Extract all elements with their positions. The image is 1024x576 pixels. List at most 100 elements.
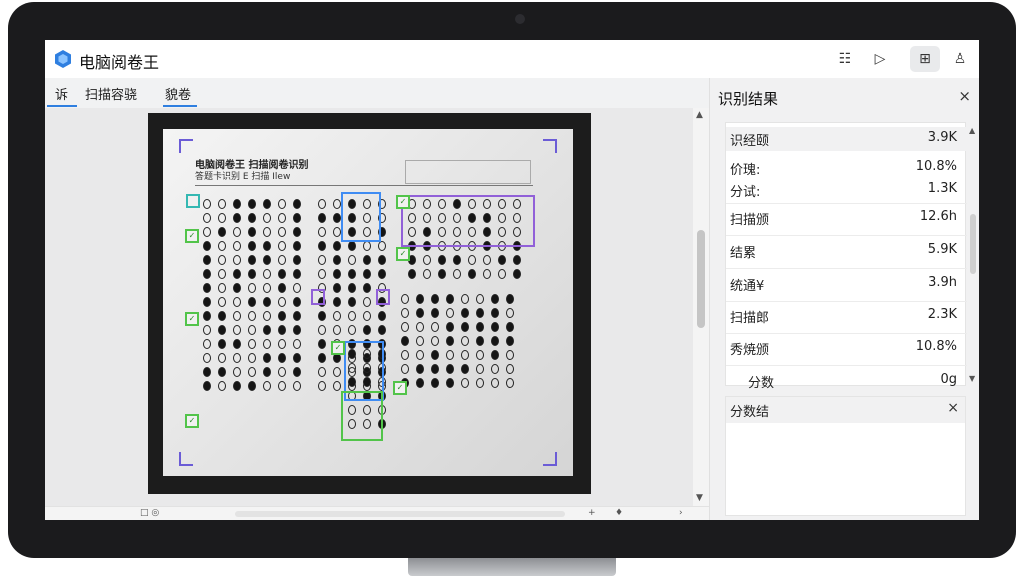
alignment-marker[interactable]: ✓	[396, 195, 410, 209]
result-label: 秀焼颁	[730, 343, 770, 358]
answer-bubble	[203, 353, 211, 363]
crop-corner-top-left[interactable]	[179, 139, 193, 153]
panel-scroll-up-icon[interactable]: ▲	[969, 126, 975, 135]
answer-bubble	[233, 353, 241, 363]
app-title: 电脑阅卷王	[79, 53, 160, 72]
result-row[interactable]: 秀焼颁 10.8%	[726, 337, 967, 361]
answer-bubble	[233, 325, 241, 335]
answer-bubble	[278, 381, 286, 391]
result-row[interactable]: 价瑰: 10.8%	[726, 157, 967, 178]
scroll-thumb[interactable]	[697, 230, 705, 328]
view-toggle-icon[interactable]: □ ◎	[140, 508, 159, 518]
answer-bubble	[363, 255, 371, 265]
detection-box-purple-small-2[interactable]	[376, 289, 390, 305]
answer-bubble	[498, 269, 506, 279]
answer-bubble	[318, 367, 326, 377]
answer-bubble	[293, 241, 301, 251]
answer-bubble	[513, 255, 521, 265]
detection-marker-teal[interactable]	[186, 194, 200, 208]
answer-bubble	[506, 350, 514, 360]
answer-bubble	[218, 283, 226, 293]
answer-bubble	[416, 378, 424, 388]
answer-bubble	[278, 283, 286, 293]
answer-bubble	[263, 199, 271, 209]
answer-bubble	[416, 322, 424, 332]
alignment-marker[interactable]: ✓	[185, 312, 199, 326]
list-icon[interactable]: ☷	[830, 46, 860, 72]
tab-scan[interactable]: 扫描容骁	[85, 84, 137, 103]
close-icon[interactable]: ×	[947, 400, 959, 416]
result-value: 5.9K	[927, 242, 957, 257]
scroll-down-icon[interactable]: ▼	[696, 493, 703, 503]
sheet-header-subtitle: 答题卡识别 E 扫描 Ilew	[195, 172, 291, 182]
answer-bubble	[498, 255, 506, 265]
crop-corner-bottom-left[interactable]	[179, 452, 193, 466]
result-value: 3.9h	[928, 275, 957, 290]
result-row[interactable]: 扫描颁 12.6h	[726, 207, 967, 231]
answer-bubble	[203, 227, 211, 237]
crop-corner-top-right[interactable]	[543, 139, 557, 153]
answer-bubble	[248, 339, 256, 349]
result-separator	[726, 333, 967, 334]
answer-bubble	[248, 311, 256, 321]
tab-0[interactable]: 诉	[55, 84, 68, 103]
result-value: 2.3K	[927, 307, 957, 322]
result-row[interactable]: 分试: 1.3K	[726, 179, 967, 200]
answer-bubble	[293, 325, 301, 335]
answer-bubble	[348, 283, 356, 293]
scan-preview[interactable]: 电脑阅卷王 扫描阅卷识别 答题卡识别 E 扫描 Ilew ✓ ✓ ✓ ✓ ✓ ✓…	[148, 113, 591, 494]
answer-bubble	[278, 353, 286, 363]
alignment-marker[interactable]: ✓	[331, 341, 345, 355]
chevron-right-icon[interactable]: ›	[679, 508, 683, 518]
result-label: 扫描颁	[730, 213, 770, 228]
result-row[interactable]: 扫描郎 2.3K	[726, 305, 967, 329]
answer-bubble	[333, 213, 341, 223]
play-icon[interactable]: ▷	[865, 46, 895, 72]
result-row[interactable]: 分数 0g	[726, 370, 967, 394]
answer-bubble	[233, 283, 241, 293]
answer-bubble	[461, 294, 469, 304]
layout-icon[interactable]: ⊞	[910, 46, 940, 72]
alignment-marker[interactable]: ✓	[185, 229, 199, 243]
answer-bubble	[248, 325, 256, 335]
zoom-in-icon[interactable]: +	[588, 508, 596, 518]
detection-box-green[interactable]	[341, 391, 383, 441]
answer-bubble	[203, 241, 211, 251]
answer-bubble	[218, 269, 226, 279]
alignment-marker[interactable]: ✓	[396, 247, 410, 261]
tab-grading[interactable]: 貌卷	[165, 84, 191, 103]
alignment-marker[interactable]: ✓	[185, 414, 199, 428]
answer-bubble	[431, 308, 439, 318]
answer-bubble	[248, 241, 256, 251]
result-row[interactable]: 结累 5.9K	[726, 240, 967, 264]
answer-bubble	[333, 297, 341, 307]
workspace-vertical-scrollbar[interactable]: ▲ ▼	[693, 108, 709, 506]
camera-dot	[515, 14, 525, 24]
answer-bubble	[476, 308, 484, 318]
crop-corner-bottom-right[interactable]	[543, 452, 557, 466]
scroll-up-icon[interactable]: ▲	[696, 110, 703, 120]
answer-bubble	[333, 199, 341, 209]
answer-bubble	[506, 294, 514, 304]
detection-box-purple[interactable]	[401, 195, 535, 247]
answer-bubble	[233, 269, 241, 279]
answer-bubble	[318, 241, 326, 251]
result-label: 价瑰:	[730, 163, 761, 178]
answer-bubble	[233, 213, 241, 223]
panel-scroll-down-icon[interactable]: ▼	[969, 374, 975, 383]
alignment-marker[interactable]: ✓	[393, 381, 407, 395]
horizontal-scrollbar[interactable]	[235, 511, 565, 517]
detection-box-blue[interactable]	[341, 192, 381, 242]
user-icon[interactable]: ♙	[945, 46, 975, 72]
answer-bubble	[233, 199, 241, 209]
panel-scroll-thumb[interactable]	[970, 214, 976, 274]
result-row[interactable]: 统通¥ 3.9h	[726, 273, 967, 297]
detection-box-purple-small[interactable]	[311, 289, 325, 305]
answer-bubble	[203, 381, 211, 391]
answer-bubble	[233, 255, 241, 265]
answer-bubble	[293, 213, 301, 223]
answer-bubble	[363, 297, 371, 307]
close-icon[interactable]: ×	[958, 87, 971, 105]
pin-icon[interactable]: ♦	[615, 508, 623, 518]
result-row[interactable]: 识经颐 3.9K	[726, 127, 967, 151]
